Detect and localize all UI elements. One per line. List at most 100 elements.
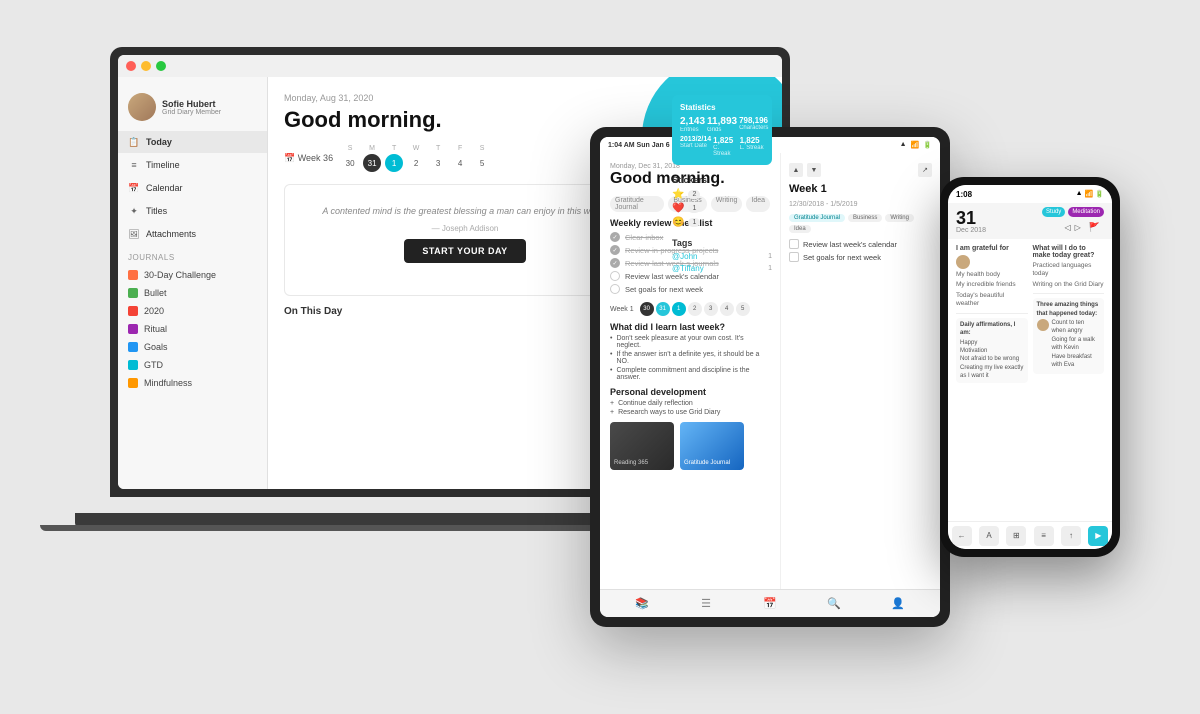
grateful-item-0: My health body xyxy=(956,271,1028,279)
personal-dev-section: Personal development + Continue daily re… xyxy=(610,387,770,416)
grateful-title: I am grateful for xyxy=(956,245,1028,252)
phone-day: 31 xyxy=(956,209,986,227)
titles-icon: ✦ xyxy=(128,205,140,217)
grateful-item-2: Today's beautiful weather xyxy=(956,292,1028,309)
phone-share-btn[interactable]: ↑ xyxy=(1061,526,1081,546)
sidebar-item-attachments[interactable]: 🖼 Attachments xyxy=(118,223,267,245)
journal-img-1: Gratitude Journal xyxy=(680,422,744,470)
tablet-bottom-bar: 📚 ☰ 📅 🔍 👤 xyxy=(600,589,940,617)
tablet-right-date-range: 12/30/2018 - 1/5/2019 xyxy=(789,201,932,208)
phone-status-icons: ▲ 📶 🔋 xyxy=(1076,190,1104,198)
tablet-right-week: Week 1 xyxy=(789,183,932,195)
week-day-1[interactable]: 1 xyxy=(385,154,403,172)
next-arrow[interactable]: ▼ xyxy=(807,163,821,177)
main-date: Monday, Aug 31, 2020 xyxy=(284,93,646,103)
week-day-31[interactable]: 31 xyxy=(363,154,381,172)
sidebar-item-today[interactable]: 📋 Today xyxy=(118,131,267,153)
phone-avatar-row xyxy=(956,255,1028,269)
laptop-titlebar xyxy=(118,55,782,77)
journals-list: 30-Day Challenge Bullet 2020 xyxy=(118,266,267,392)
stats-lstreak: 1,825 L. Streak xyxy=(740,136,764,157)
check-icon-2: ✓ xyxy=(610,258,620,268)
stats-grid: 2,143 Entries 11,893 Grids 798,196 xyxy=(680,116,764,133)
phone-text-btn[interactable]: A xyxy=(979,526,999,546)
stickers-section: Stickers ⭐ 2 ❤️ 1 xyxy=(672,175,772,228)
stats-cstreak: 1,825 C. Streak xyxy=(713,136,737,157)
bottom-icon-calendar[interactable]: 📅 xyxy=(763,597,777,611)
phone-device: 1:08 ▲ 📶 🔋 31 Dec 2018 Study Meditation xyxy=(940,177,1120,557)
learn-item-1: • If the answer isn't a definite yes, it… xyxy=(610,351,770,365)
tablet-right-checklist: Review last week's calendar Set goals fo… xyxy=(789,239,932,262)
close-dot[interactable] xyxy=(126,61,136,71)
journal-bullet[interactable]: Bullet xyxy=(118,284,267,302)
journal-dot xyxy=(128,378,138,388)
week-day-3[interactable]: 3 xyxy=(429,154,447,172)
tablet-week-label: Week 1 xyxy=(610,306,634,313)
phone-grateful-section: I am grateful for My health body My incr… xyxy=(956,245,1028,515)
great-title: What will I do to make today great? xyxy=(1033,245,1105,259)
learn-item-0: • Don't seek pleasure at your own cost. … xyxy=(610,335,770,349)
week-day-4[interactable]: 4 xyxy=(451,154,469,172)
personal-item-1: + Research ways to use Grid Diary xyxy=(610,409,770,416)
phone-header: 31 Dec 2018 Study Meditation ◁ ▷ 🚩 xyxy=(948,203,1112,239)
bottom-icon-list[interactable]: ☰ xyxy=(699,597,713,611)
sidebar-item-calendar[interactable]: 📅 Calendar xyxy=(118,177,267,199)
avatar xyxy=(128,93,156,121)
tag-item-0[interactable]: @John 1 xyxy=(672,252,772,261)
tablet-right-panel: ▲ ▼ ↗ Week 1 12/30/2018 - 1/5/2019 Grati… xyxy=(780,153,940,589)
phone-divider-1 xyxy=(956,313,1028,314)
phone-status-bar: 1:08 ▲ 📶 🔋 xyxy=(948,185,1112,203)
journal-goals[interactable]: Goals xyxy=(118,338,267,356)
minimize-dot[interactable] xyxy=(141,61,151,71)
phone-action-btn[interactable]: ▶ xyxy=(1088,526,1108,546)
share-button[interactable]: ↗ xyxy=(918,163,932,177)
amazing-title: Three amazing things that happened today… xyxy=(1037,301,1101,318)
amazing-1: Going for a walk with Kevin xyxy=(1052,336,1101,353)
prev-arrow[interactable]: ▲ xyxy=(789,163,803,177)
affirm-2: Not afraid to be wrong xyxy=(960,355,1024,363)
tablet-status-icons: ▲ 📶 🔋 xyxy=(900,141,932,149)
stats-chars: 798,196 Characters xyxy=(739,116,768,133)
bottom-icon-profile[interactable]: 👤 xyxy=(891,597,905,611)
stats-grids: 11,893 Grids xyxy=(707,116,737,133)
phone-grid-btn[interactable]: ⊞ xyxy=(1006,526,1026,546)
week-day-2[interactable]: 2 xyxy=(407,154,425,172)
laptop-sidebar: Sofie Hubert Grid Diary Member 📋 Today ≡ xyxy=(118,77,268,489)
learn-item-2: • Complete commitment and discipline is … xyxy=(610,367,770,381)
journal-dot xyxy=(128,306,138,316)
main-greeting: Good morning. xyxy=(284,107,646,133)
journal-mindfulness[interactable]: Mindfulness xyxy=(118,374,267,392)
week-day-30[interactable]: 30 xyxy=(341,154,359,172)
sticker-item-2: 😊 1 xyxy=(672,217,772,228)
week-day-5[interactable]: 5 xyxy=(473,154,491,172)
tags-list: @John 1 @Tiffany 1 xyxy=(672,252,772,273)
scene: Sofie Hubert Grid Diary Member 📋 Today ≡ xyxy=(50,27,1150,687)
sidebar-item-timeline[interactable]: ≡ Timeline xyxy=(118,154,267,176)
affirm-1: Motivation xyxy=(960,347,1024,355)
amazing-avatar xyxy=(1037,319,1049,331)
affirm-0: Happy xyxy=(960,339,1024,347)
phone-content: I am grateful for My health body My incr… xyxy=(948,239,1112,521)
journal-dot xyxy=(128,288,138,298)
start-day-button[interactable]: START YOUR DAY xyxy=(404,239,525,263)
tablet-week-mini: Week 1 30 31 1 2 3 4 5 xyxy=(610,302,770,316)
phone-back-btn[interactable]: ← xyxy=(952,526,972,546)
maximize-dot[interactable] xyxy=(156,61,166,71)
bottom-icon-book[interactable]: 📚 xyxy=(635,597,649,611)
journal-dot xyxy=(128,360,138,370)
journal-dot xyxy=(128,270,138,280)
sidebar-item-titles[interactable]: ✦ Titles xyxy=(118,200,267,222)
journal-30day[interactable]: 30-Day Challenge xyxy=(118,266,267,284)
phone-avatar xyxy=(956,255,970,269)
stats-title: Statistics xyxy=(680,103,764,112)
journal-gtd[interactable]: GTD xyxy=(118,356,267,374)
tag-item-1[interactable]: @Tiffany 1 xyxy=(672,264,772,273)
sticker-list: ⭐ 2 ❤️ 1 😊 1 xyxy=(672,189,772,228)
timeline-icon: ≡ xyxy=(128,159,140,171)
phone-list-btn[interactable]: ≡ xyxy=(1034,526,1054,546)
sticker-item-0: ⭐ 2 xyxy=(672,189,772,200)
check-icon-1: ✓ xyxy=(610,245,620,255)
bottom-icon-search[interactable]: 🔍 xyxy=(827,597,841,611)
journal-2020[interactable]: 2020 xyxy=(118,302,267,320)
journal-ritual[interactable]: Ritual xyxy=(118,320,267,338)
